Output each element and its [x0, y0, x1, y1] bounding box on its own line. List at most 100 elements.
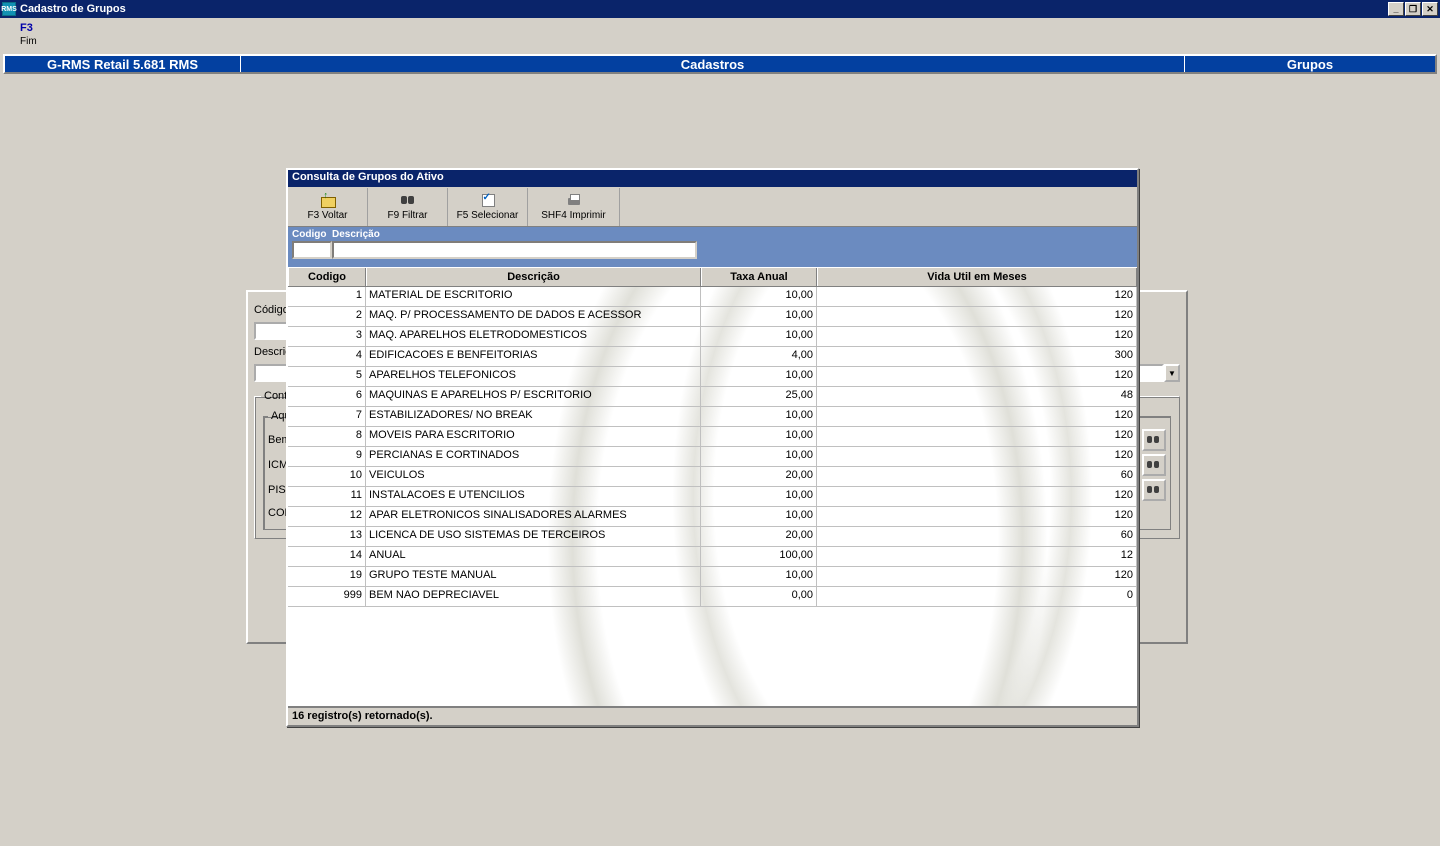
table-row[interactable]: 5APARELHOS TELEFONICOS10,00120 [288, 367, 1137, 387]
table-row[interactable]: 7ESTABILIZADORES/ NO BREAK10,00120 [288, 407, 1137, 427]
cell-vida: 60 [817, 467, 1137, 486]
filter-codigo-input[interactable] [292, 241, 332, 259]
dropdown-button[interactable]: ▼ [1164, 364, 1180, 382]
selecionar-button[interactable]: F5 Selecionar [448, 188, 528, 226]
cell-descricao: MAQ. P/ PROCESSAMENTO DE DADOS E ACESSOR [366, 307, 701, 326]
menu-f3[interactable]: F3 [20, 22, 1430, 34]
title-bar: RMS Cadastro de Grupos _ ❐ ✕ [0, 0, 1440, 18]
codigo-input[interactable] [254, 322, 288, 340]
cell-taxa: 100,00 [701, 547, 817, 566]
cell-descricao: GRUPO TESTE MANUAL [366, 567, 701, 586]
cell-descricao: ANUAL [366, 547, 701, 566]
minimize-button[interactable]: _ [1388, 2, 1404, 16]
cell-codigo: 9 [288, 447, 366, 466]
col-taxa[interactable]: Taxa Anual [701, 268, 817, 286]
imprimir-label: SHF4 Imprimir [541, 210, 605, 221]
status-bar: 16 registro(s) retornado(s). [288, 706, 1137, 725]
cell-vida: 300 [817, 347, 1137, 366]
cell-codigo: 3 [288, 327, 366, 346]
cell-taxa: 10,00 [701, 307, 817, 326]
table-row[interactable]: 10VEICULOS20,0060 [288, 467, 1137, 487]
voltar-button[interactable]: F3 Voltar [288, 188, 368, 226]
col-codigo[interactable]: Codigo [288, 268, 366, 286]
cell-codigo: 11 [288, 487, 366, 506]
filter-descricao-input[interactable] [332, 241, 697, 259]
dialog-toolbar: F3 Voltar F9 Filtrar F5 Selecionar SHF4 … [288, 187, 1137, 227]
close-button[interactable]: ✕ [1422, 2, 1438, 16]
cell-codigo: 14 [288, 547, 366, 566]
cell-vida: 60 [817, 527, 1137, 546]
binoculars-icon [1147, 484, 1161, 496]
bem-search-button[interactable] [1142, 429, 1166, 451]
table-row[interactable]: 2MAQ. P/ PROCESSAMENTO DE DADOS E ACESSO… [288, 307, 1137, 327]
table-row[interactable]: 999BEM NAO DEPRECIAVEL0,000 [288, 587, 1137, 607]
breadcrumb: G-RMS Retail 5.681 RMS Cadastros Grupos [3, 54, 1437, 74]
table-row[interactable]: 14ANUAL100,0012 [288, 547, 1137, 567]
cell-taxa: 4,00 [701, 347, 817, 366]
cell-vida: 120 [817, 507, 1137, 526]
filter-bar: Codigo Descrição [288, 227, 1137, 267]
table-row[interactable]: 11INSTALACOES E UTENCILIOS10,00120 [288, 487, 1137, 507]
voltar-label: F3 Voltar [307, 210, 347, 221]
cell-descricao: EDIFICACOES E BENFEITORIAS [366, 347, 701, 366]
binoculars-icon [1147, 434, 1161, 446]
table-row[interactable]: 12APAR ELETRONICOS SINALISADORES ALARMES… [288, 507, 1137, 527]
cell-descricao: APAR ELETRONICOS SINALISADORES ALARMES [366, 507, 701, 526]
cell-descricao: MOVEIS PARA ESCRITORIO [366, 427, 701, 446]
table-row[interactable]: 8MOVEIS PARA ESCRITORIO10,00120 [288, 427, 1137, 447]
cell-descricao: ESTABILIZADORES/ NO BREAK [366, 407, 701, 426]
cell-codigo: 19 [288, 567, 366, 586]
cell-taxa: 10,00 [701, 507, 817, 526]
select-icon [480, 192, 496, 208]
cell-codigo: 5 [288, 367, 366, 386]
codigo-label: Código [254, 304, 289, 316]
cell-vida: 0 [817, 587, 1137, 606]
icms-search-button[interactable] [1142, 454, 1166, 476]
cell-vida: 120 [817, 487, 1137, 506]
cell-vida: 120 [817, 567, 1137, 586]
grid-body[interactable]: 1MATERIAL DE ESCRITORIO10,001202MAQ. P/ … [288, 287, 1137, 706]
dialog-title: Consulta de Grupos do Ativo [288, 170, 1137, 187]
consulta-dialog: Consulta de Grupos do Ativo F3 Voltar F9… [286, 168, 1139, 727]
breadcrumb-screen: Grupos [1185, 56, 1435, 72]
cell-codigo: 1 [288, 287, 366, 306]
table-row[interactable]: 13LICENCA DE USO SISTEMAS DE TERCEIROS20… [288, 527, 1137, 547]
cell-vida: 120 [817, 307, 1137, 326]
cell-descricao: MATERIAL DE ESCRITORIO [366, 287, 701, 306]
cell-taxa: 20,00 [701, 467, 817, 486]
cell-descricao: INSTALACOES E UTENCILIOS [366, 487, 701, 506]
cell-taxa: 10,00 [701, 367, 817, 386]
table-row[interactable]: 1MATERIAL DE ESCRITORIO10,00120 [288, 287, 1137, 307]
cell-taxa: 10,00 [701, 327, 817, 346]
table-row[interactable]: 9PERCIANAS E CORTINADOS10,00120 [288, 447, 1137, 467]
table-row[interactable]: 19GRUPO TESTE MANUAL10,00120 [288, 567, 1137, 587]
filter-codigo-label: Codigo [292, 229, 332, 240]
col-vida[interactable]: Vida Util em Meses [817, 268, 1137, 286]
pis-search-button[interactable] [1142, 479, 1166, 501]
col-descricao[interactable]: Descrição [366, 268, 701, 286]
imprimir-button[interactable]: SHF4 Imprimir [528, 188, 620, 226]
cell-vida: 120 [817, 287, 1137, 306]
table-row[interactable]: 6MAQUINAS E APARELHOS P/ ESCRITORIO25,00… [288, 387, 1137, 407]
cell-taxa: 10,00 [701, 567, 817, 586]
filtrar-label: F9 Filtrar [388, 210, 428, 221]
cell-taxa: 10,00 [701, 407, 817, 426]
table-row[interactable]: 3MAQ. APARELHOS ELETRODOMESTICOS10,00120 [288, 327, 1137, 347]
cell-taxa: 0,00 [701, 587, 817, 606]
table-row[interactable]: 4EDIFICACOES E BENFEITORIAS4,00300 [288, 347, 1137, 367]
cell-taxa: 10,00 [701, 487, 817, 506]
cell-descricao: MAQ. APARELHOS ELETRODOMESTICOS [366, 327, 701, 346]
menu-bar: F3 Fim [0, 18, 1440, 54]
cell-codigo: 2 [288, 307, 366, 326]
filtrar-button[interactable]: F9 Filtrar [368, 188, 448, 226]
cell-descricao: LICENCA DE USO SISTEMAS DE TERCEIROS [366, 527, 701, 546]
binoculars-icon [400, 192, 416, 208]
menu-fim[interactable]: Fim [20, 36, 1430, 47]
maximize-button[interactable]: ❐ [1405, 2, 1421, 16]
cell-codigo: 999 [288, 587, 366, 606]
cell-vida: 120 [817, 427, 1137, 446]
breadcrumb-module: Cadastros [241, 56, 1185, 72]
cell-vida: 120 [817, 367, 1137, 386]
window-title: Cadastro de Grupos [20, 3, 126, 15]
cell-taxa: 25,00 [701, 387, 817, 406]
